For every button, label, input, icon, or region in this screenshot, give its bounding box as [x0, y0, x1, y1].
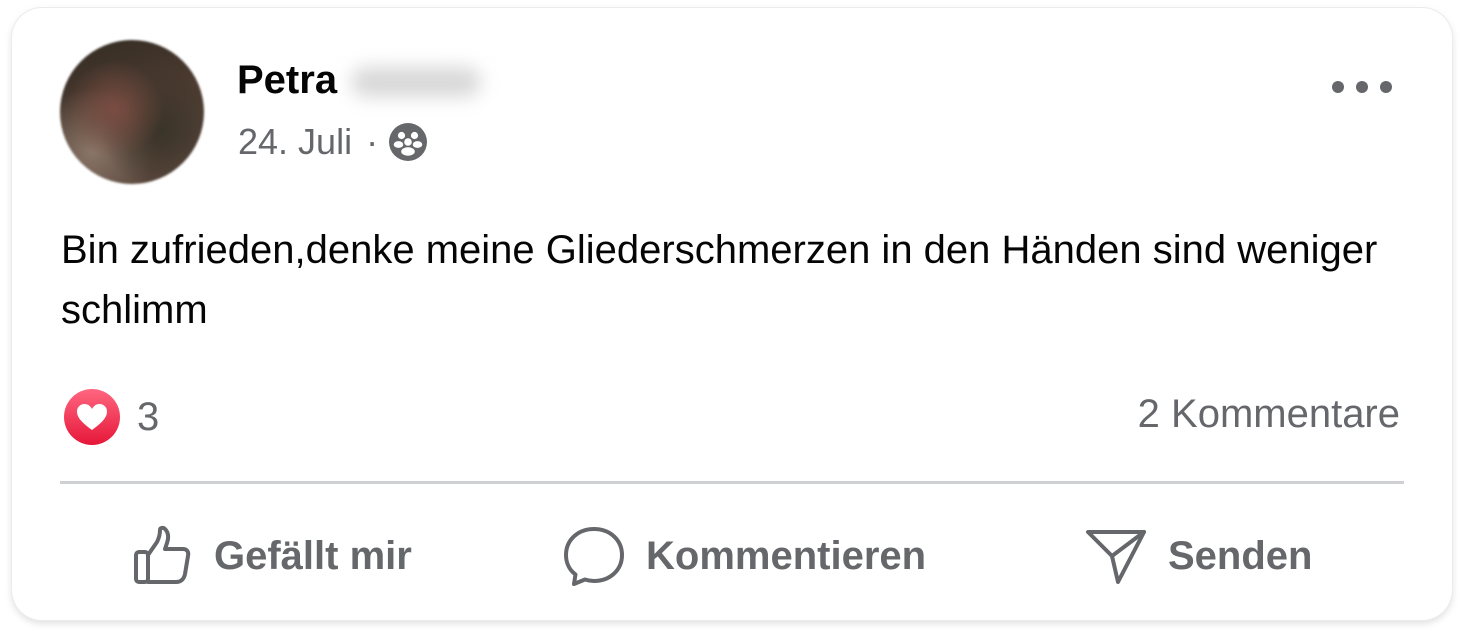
more-horizontal-icon — [1332, 81, 1344, 93]
comment-label: Kommentieren — [646, 533, 927, 578]
like-label: Gefällt mir — [214, 533, 412, 578]
more-options-button[interactable] — [1332, 72, 1392, 102]
thumbs-up-icon — [130, 524, 194, 588]
redacted-surname — [351, 67, 482, 98]
post-text: Bin zufrieden,denke meine Gliederschmerz… — [61, 228, 1378, 332]
send-icon — [1084, 524, 1148, 588]
avatar[interactable] — [60, 40, 204, 184]
author-first-name[interactable]: Petra — [237, 58, 337, 102]
divider — [60, 481, 1404, 484]
author-name[interactable]: Petra — [237, 58, 482, 103]
send-label: Senden — [1168, 533, 1313, 578]
like-button[interactable]: Gefällt mir — [130, 516, 412, 596]
reaction-count: 3 — [137, 394, 160, 439]
reactions-summary[interactable]: 3 — [63, 388, 159, 446]
post-card: Petra 24. Juli · Bin zufrieden,denke mei… — [12, 8, 1452, 620]
comment-bubble-icon — [562, 524, 626, 588]
love-reaction-icon — [63, 388, 121, 446]
action-bar: Gefällt mir Kommentieren Senden — [60, 516, 1404, 596]
send-button[interactable]: Senden — [1084, 516, 1312, 596]
post-date[interactable]: 24. Juli — [238, 121, 352, 163]
comment-count-link[interactable]: 2 Kommentare — [1138, 392, 1400, 437]
friends-audience-icon[interactable] — [388, 122, 428, 162]
comment-button[interactable]: Kommentieren — [562, 516, 926, 596]
post-meta: 24. Juli · — [238, 121, 428, 163]
meta-separator: · — [366, 121, 379, 162]
